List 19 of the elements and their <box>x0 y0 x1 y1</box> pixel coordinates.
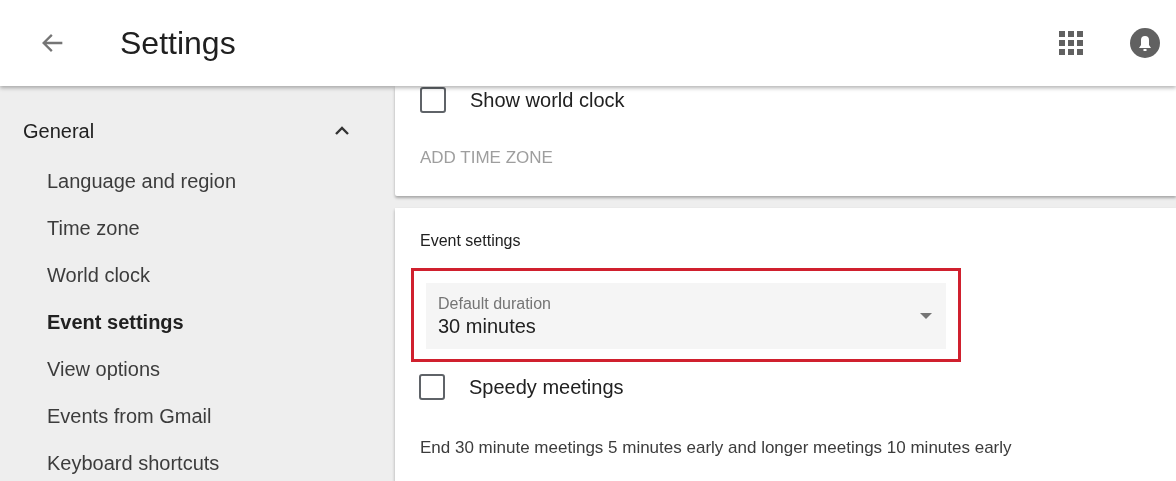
section-heading[interactable]: General <box>23 119 95 143</box>
nav-item[interactable]: Keyboard shortcuts <box>47 451 220 475</box>
nav-item[interactable]: World clock <box>47 263 150 287</box>
dropdown-arrow-icon <box>920 313 932 319</box>
nav-item[interactable]: Events from Gmail <box>47 404 212 428</box>
checkbox[interactable] <box>420 87 446 113</box>
page-title: Settings <box>120 24 237 62</box>
checkbox-label: Speedy meetings <box>469 375 624 399</box>
checkbox[interactable] <box>419 374 445 400</box>
nav-item[interactable]: Event settings <box>47 310 184 334</box>
notification-bell-icon[interactable] <box>1130 28 1160 58</box>
checkbox-label: Show world clock <box>470 88 625 112</box>
card-title: Event settings <box>420 232 521 250</box>
apps-grid-icon[interactable] <box>1058 30 1084 56</box>
duration-dropdown[interactable]: Default duration 30 minutes <box>426 283 946 349</box>
nav-item[interactable]: View options <box>47 357 161 381</box>
nav-item[interactable]: Language and region <box>47 169 237 193</box>
nav-item[interactable]: Time zone <box>47 216 140 240</box>
setting-description: End 30 minute meetings 5 minutes early and longer meetings 10 minutes early <box>420 438 1012 458</box>
